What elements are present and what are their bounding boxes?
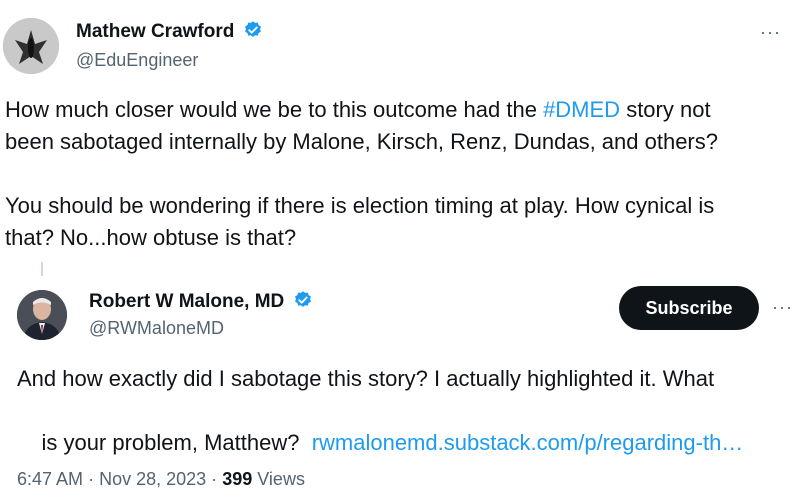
tweet-text-part: How much closer would we be to this outc… (5, 97, 544, 122)
reply-author-name-row: Robert W Malone, MD (89, 290, 313, 315)
more-options-icon[interactable]: ··· (772, 297, 793, 318)
author-name[interactable]: Mathew Crawford (76, 21, 234, 42)
thread-connector (41, 262, 43, 276)
timestamp-time[interactable]: 6:47 AM (17, 469, 83, 489)
verified-badge-icon (243, 20, 263, 45)
tweet-text-line: You should be wondering if there is elec… (5, 193, 715, 218)
tweet-text: How much closer would we be to this outc… (5, 94, 800, 254)
reply-text-part: is your problem, Matthew? (41, 430, 312, 455)
meta-separator: · (211, 469, 218, 489)
author-handle[interactable]: @EduEngineer (76, 50, 198, 71)
reply-author-name[interactable]: Robert W Malone, MD (89, 291, 284, 312)
moth-avatar-icon (3, 18, 59, 74)
views-count: 399 (222, 469, 253, 489)
reply-author-avatar[interactable] (17, 290, 67, 340)
more-options-icon[interactable]: ··· (760, 22, 781, 43)
person-avatar-icon (17, 290, 67, 340)
tweet-text-line: that? No...how obtuse is that? (5, 225, 297, 250)
subscribe-button[interactable]: Subscribe (619, 286, 759, 330)
tweet-text-line: been sabotaged internally by Malone, Kir… (5, 129, 718, 154)
reply-text-line: And how exactly did I sabotage this stor… (17, 366, 715, 391)
timestamp-date[interactable]: Nov 28, 2023 (99, 469, 206, 489)
verified-badge-icon (293, 290, 313, 315)
tweet-text-part: story not (620, 97, 711, 122)
substack-link[interactable]: rwmalonemd.substack.com/p/regarding-th… (312, 430, 744, 455)
reply-author-handle[interactable]: @RWMaloneMD (89, 318, 224, 339)
meta-separator: · (88, 469, 95, 489)
author-name-row: Mathew Crawford (76, 20, 263, 45)
author-avatar[interactable] (3, 18, 59, 74)
views-label: Views (257, 469, 305, 489)
hashtag-link[interactable]: #DMED (543, 97, 620, 122)
tweet-meta: 6:47 AM · Nov 28, 2023 · 399 Views (17, 469, 305, 490)
